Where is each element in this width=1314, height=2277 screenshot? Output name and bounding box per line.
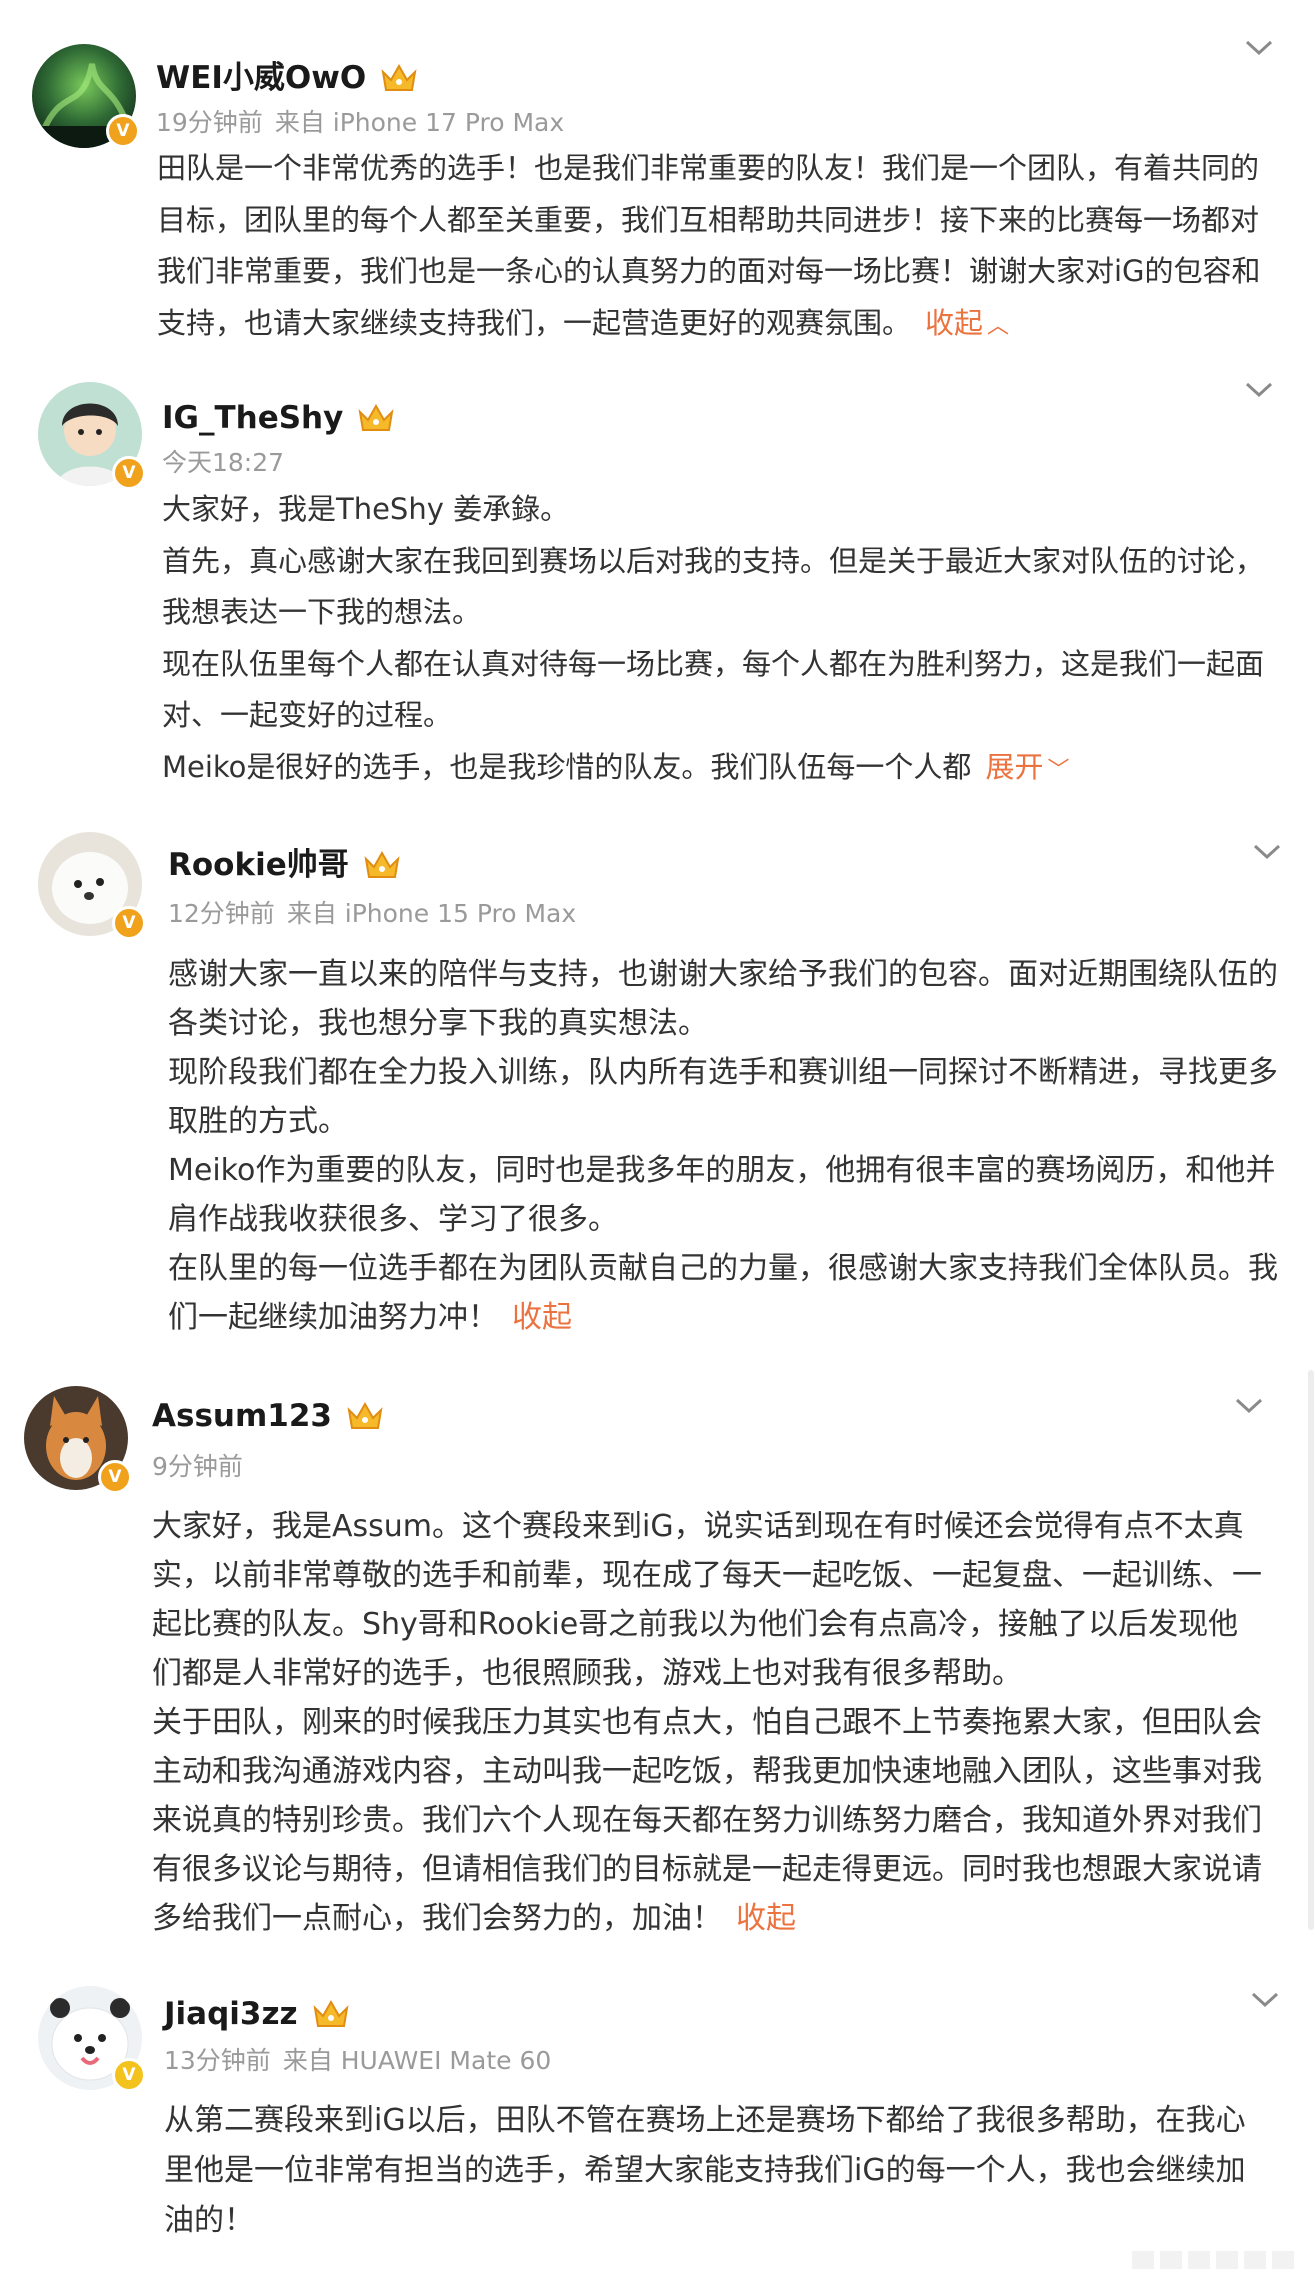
author-name-text[interactable]: Jiaqi3zz	[164, 1994, 298, 2034]
post-time: 19分钟前	[156, 108, 263, 137]
author-name[interactable]: Rookie帅哥	[168, 845, 401, 885]
crown-icon	[358, 403, 394, 431]
chevron-up-icon: ︿	[987, 313, 1010, 339]
post-content: 从第二赛段来到iG以后，田队不管在赛场上还是赛场下都给了我很多帮助，在我心里他是…	[164, 2096, 1274, 2246]
verified-badge: V	[98, 1460, 132, 1494]
paragraph-text: 在队里的每一位选手都在为团队贡献自己的力量，很感谢大家支持我们全体队员。我们一起…	[168, 1251, 1278, 1335]
verified-badge: V	[112, 906, 146, 940]
chevron-down-icon[interactable]	[1250, 1990, 1280, 2010]
author-name[interactable]: WEI小威OwO	[156, 58, 418, 98]
verified-badge: V	[112, 456, 146, 490]
watermark-decoration	[1132, 2251, 1294, 2269]
post-paragraph: 现阶段我们都在全力投入训练，队内所有选手和赛训组一同探讨不断精进，寻找更多取胜的…	[168, 1055, 1278, 1139]
post-paragraph: 田队是一个非常优秀的选手！也是我们非常重要的队友！我们是一个团队，有着共同的目标…	[157, 143, 1275, 352]
scrollbar[interactable]	[1308, 1370, 1314, 1930]
collapse-label[interactable]: 收起	[925, 306, 983, 340]
post-paragraph: 大家好，我是TheShy 姜承錄。	[162, 492, 570, 526]
author-name-text[interactable]: Rookie帅哥	[168, 845, 349, 885]
post-paragraph: Meiko作为重要的队友，同时也是我多年的朋友，他拥有很丰富的赛场阅历，和他并肩…	[168, 1153, 1276, 1237]
crown-icon	[381, 63, 417, 91]
paragraph-text: 关于田队，刚来的时候我压力其实也有点大，怕自己跟不上节奏拖累大家，但田队会主动和…	[152, 1705, 1262, 1936]
verified-badge: V	[112, 2058, 146, 2092]
author-name[interactable]: IG_TheShy	[162, 398, 395, 438]
post-time: 12分钟前	[168, 899, 275, 928]
author-name-text[interactable]: Assum123	[152, 1396, 332, 1436]
post-time: 9分钟前	[152, 1452, 243, 1481]
paragraph-text: Meiko是很好的选手，也是我珍惜的队友。我们队伍每一个人都	[162, 749, 972, 784]
post-paragraph: 感谢大家一直以来的陪伴与支持，也谢谢大家给予我们的包容。面对近期围绕队伍的各类讨…	[168, 957, 1278, 1041]
post-paragraph: 大家好，我是Assum。这个赛段来到iG，说实话到现在有时候还会觉得有点不太真实…	[152, 1509, 1262, 1691]
post-source: 来自 iPhone 15 Pro Max	[286, 899, 577, 928]
post-meta: 9分钟前	[152, 1450, 243, 1484]
author-name[interactable]: Assum123	[152, 1396, 384, 1436]
post-content: 大家好，我是Assum。这个赛段来到iG，说实话到现在有时候还会觉得有点不太真实…	[152, 1502, 1262, 1943]
post-source: 来自 HUAWEI Mate 60	[282, 2046, 552, 2075]
post-paragraph: 关于田队，刚来的时候我压力其实也有点大，怕自己跟不上节奏拖累大家，但田队会主动和…	[152, 1698, 1262, 1943]
verified-badge: V	[106, 114, 140, 148]
author-name[interactable]: Jiaqi3zz	[164, 1994, 350, 2034]
post-meta: 13分钟前 来自 HUAWEI Mate 60	[164, 2044, 551, 2078]
paragraph-text: 田队是一个非常优秀的选手！也是我们非常重要的队友！我们是一个团队，有着共同的目标…	[157, 151, 1261, 340]
chevron-down-icon[interactable]	[1252, 842, 1282, 862]
collapse-link[interactable]: 收起	[736, 1901, 796, 1936]
post-source: 来自 iPhone 17 Pro Max	[274, 108, 565, 137]
collapse-link[interactable]: 收起	[512, 1300, 572, 1335]
author-name-text[interactable]: IG_TheShy	[162, 398, 343, 438]
post-content: 大家好，我是TheShy 姜承錄。 首先，真心感谢大家在我回到赛场以后对我的支持…	[162, 484, 1277, 796]
post-content: 田队是一个非常优秀的选手！也是我们非常重要的队友！我们是一个团队，有着共同的目标…	[157, 143, 1275, 352]
expand-label[interactable]: 展开	[985, 750, 1043, 784]
post-paragraph: 在队里的每一位选手都在为团队贡献自己的力量，很感谢大家支持我们全体队员。我们一起…	[168, 1244, 1286, 1342]
post-meta: 12分钟前 来自 iPhone 15 Pro Max	[168, 897, 576, 931]
crown-icon	[347, 1401, 383, 1429]
chevron-down-icon[interactable]	[1244, 38, 1274, 58]
author-name-text[interactable]: WEI小威OwO	[156, 58, 366, 98]
post-paragraph: 从第二赛段来到iG以后，田队不管在赛场上还是赛场下都给了我很多帮助，在我心里他是…	[164, 2103, 1246, 2238]
post-time: 13分钟前	[164, 2046, 271, 2075]
post-paragraph: Meiko是很好的选手，也是我珍惜的队友。我们队伍每一个人都 展开 ﹀	[162, 742, 1277, 797]
post-paragraph: 首先，真心感谢大家在我回到赛场以后对我的支持。但是关于最近大家对队伍的讨论，我想…	[162, 543, 1265, 630]
post-meta: 今天18:27	[162, 446, 284, 480]
collapse-link[interactable]: 收起 ︿	[925, 306, 1009, 340]
crown-icon	[313, 1999, 349, 2027]
expand-link[interactable]: 展开 ﹀	[985, 750, 1069, 784]
post-content: 感谢大家一直以来的陪伴与支持，也谢谢大家给予我们的包容。面对近期围绕队伍的各类讨…	[168, 950, 1286, 1342]
post-time: 今天18:27	[162, 448, 285, 477]
post-meta: 19分钟前 来自 iPhone 17 Pro Max	[156, 106, 564, 140]
chevron-down-icon: ﹀	[1047, 757, 1070, 783]
post-paragraph: 现在队伍里每个人都在认真对待每一场比赛，每个人都在为胜利努力，这是我们一起面对、…	[162, 646, 1265, 733]
chevron-down-icon[interactable]	[1244, 380, 1274, 400]
crown-icon	[364, 850, 400, 878]
chevron-down-icon[interactable]	[1234, 1396, 1264, 1416]
